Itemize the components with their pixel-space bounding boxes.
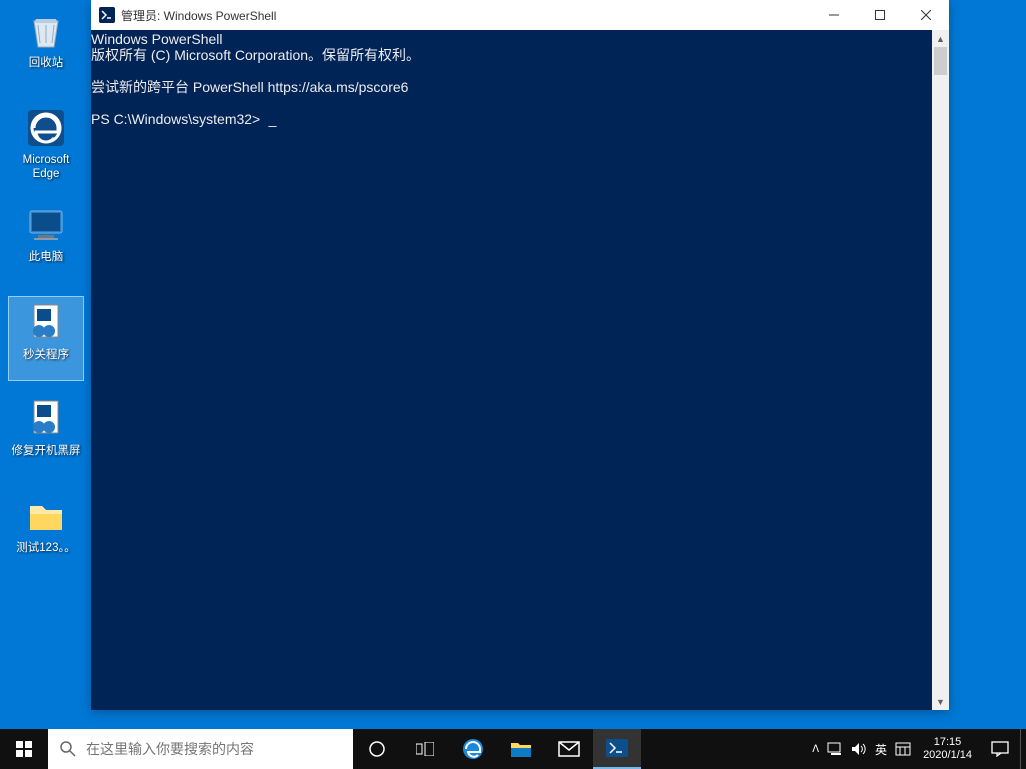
clock-date: 2020/1/14 — [923, 749, 972, 762]
start-button[interactable] — [0, 729, 48, 769]
folder-icon — [24, 494, 68, 538]
search-icon — [60, 741, 76, 757]
system-tray: ᐱ 英 — [808, 729, 915, 769]
desktop-icon-label: 此电脑 — [29, 251, 64, 265]
batch-file-icon — [24, 397, 68, 441]
console-line: Windows PowerShell — [91, 31, 223, 47]
desktop[interactable]: 回收站 Microsoft Edge 此电脑 秒关程序 修复开机黑屏 — [0, 0, 1026, 729]
taskbar-app-edge[interactable] — [449, 729, 497, 769]
network-icon[interactable] — [827, 742, 843, 756]
volume-icon[interactable] — [851, 742, 867, 756]
taskbar: ᐱ 英 17:15 2020/1/14 — [0, 729, 1026, 769]
task-view-icon — [416, 742, 434, 756]
edge-icon — [24, 106, 68, 150]
desktop-icon-label: 回收站 — [29, 57, 64, 71]
scroll-up-icon[interactable]: ▲ — [932, 30, 949, 47]
powershell-console[interactable]: Windows PowerShell 版权所有 (C) Microsoft Co… — [91, 30, 932, 710]
powershell-body: Windows PowerShell 版权所有 (C) Microsoft Co… — [91, 30, 949, 710]
powershell-icon — [99, 7, 115, 23]
show-desktop-button[interactable] — [1020, 729, 1026, 769]
taskbar-spacer — [641, 729, 808, 769]
minimize-button[interactable] — [811, 0, 857, 30]
batch-file-icon — [24, 301, 68, 345]
desktop-icon-label: 修复开机黑屏 — [12, 445, 81, 459]
cursor: _ — [269, 111, 277, 127]
desktop-icons: 回收站 Microsoft Edge 此电脑 秒关程序 修复开机黑屏 — [8, 5, 84, 587]
console-line: PS C:\Windows\system32> — [91, 111, 260, 127]
scroll-track[interactable] — [932, 47, 949, 693]
powershell-icon — [606, 739, 628, 757]
windows-logo-icon — [16, 741, 32, 757]
desktop-icon-test123[interactable]: 测试123。。 — [8, 490, 84, 575]
search-box[interactable] — [48, 729, 353, 769]
edge-icon — [462, 738, 484, 760]
desktop-icon-label: 测试123。。 — [16, 542, 75, 556]
notification-icon — [991, 741, 1009, 757]
taskbar-app-powershell[interactable] — [593, 729, 641, 769]
console-line: 尝试新的跨平台 PowerShell https://aka.ms/pscore… — [91, 79, 408, 95]
powershell-window[interactable]: 管理员: Windows PowerShell Windows PowerShe… — [91, 0, 949, 710]
cortana-icon — [368, 740, 386, 758]
file-explorer-icon — [510, 740, 532, 758]
desktop-icon-label: 秒关程序 — [23, 349, 69, 363]
console-line: 版权所有 (C) Microsoft Corporation。保留所有权利。 — [91, 47, 420, 63]
action-center-button[interactable] — [980, 729, 1020, 769]
this-pc-icon — [24, 203, 68, 247]
scroll-down-icon[interactable]: ▼ — [932, 693, 949, 710]
task-view-button[interactable] — [401, 729, 449, 769]
taskbar-app-explorer[interactable] — [497, 729, 545, 769]
scrollbar[interactable]: ▲ ▼ — [932, 30, 949, 710]
titlebar[interactable]: 管理员: Windows PowerShell — [91, 0, 949, 30]
scroll-thumb[interactable] — [934, 47, 947, 75]
window-title: 管理员: Windows PowerShell — [121, 7, 811, 24]
ime-indicator[interactable]: 英 — [875, 741, 887, 758]
ime-mode-icon[interactable] — [895, 742, 911, 756]
tray-overflow-icon[interactable]: ᐱ — [812, 744, 819, 755]
recycle-bin-icon — [24, 9, 68, 53]
maximize-button[interactable] — [857, 0, 903, 30]
search-input[interactable] — [86, 741, 341, 757]
desktop-icon-seckill[interactable]: 秒关程序 — [8, 296, 84, 381]
taskbar-app-mail[interactable] — [545, 729, 593, 769]
desktop-icon-recycle-bin[interactable]: 回收站 — [8, 5, 84, 90]
clock-time: 17:15 — [934, 736, 962, 749]
clock[interactable]: 17:15 2020/1/14 — [915, 729, 980, 769]
desktop-icon-label: Microsoft Edge — [23, 154, 70, 182]
desktop-icon-fix-blackscreen[interactable]: 修复开机黑屏 — [8, 393, 84, 478]
close-button[interactable] — [903, 0, 949, 30]
cortana-button[interactable] — [353, 729, 401, 769]
mail-icon — [558, 741, 580, 757]
desktop-icon-edge[interactable]: Microsoft Edge — [8, 102, 84, 187]
desktop-icon-this-pc[interactable]: 此电脑 — [8, 199, 84, 284]
